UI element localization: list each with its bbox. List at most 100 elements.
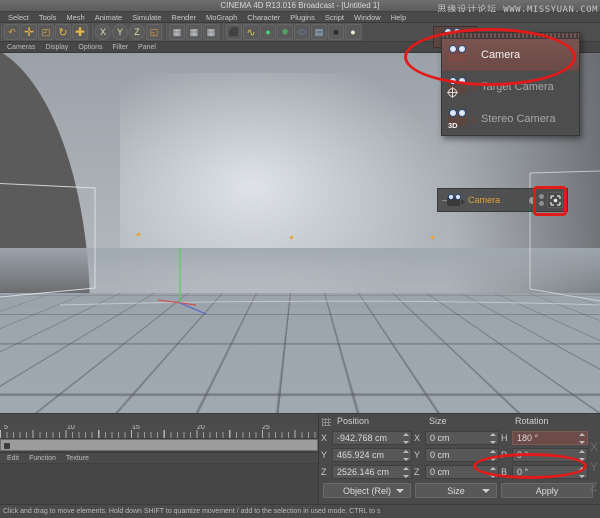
size-y-input[interactable]: 0 cm [425,448,499,462]
panel-drag-handle-icon[interactable] [322,418,331,426]
size-mode-dropdown[interactable]: Size [415,483,497,498]
scene-floor-icon[interactable]: ▤ [311,24,327,40]
material-menu-function[interactable]: Function [24,453,61,464]
light-icon[interactable]: ● [345,24,361,40]
apply-button[interactable]: Apply [501,483,593,498]
axis-z-icon[interactable]: Z [129,24,145,40]
rotation-h-stepper[interactable] [579,433,585,444]
viewmenu-options[interactable]: Options [73,42,107,53]
position-y-input[interactable]: 465.924 cm [332,448,412,462]
position-x-stepper[interactable] [403,433,409,444]
spline-icon[interactable]: ∿ [243,24,259,40]
rotation-p-input[interactable]: 0 ° [512,448,588,462]
position-z-stepper[interactable] [403,467,409,478]
menu-animate[interactable]: Animate [90,12,128,23]
visibility-dot-icon[interactable] [529,197,536,204]
chevron-down-icon [482,489,490,493]
rotation-p-axis-label: P [501,450,512,460]
axis-y-icon[interactable]: Y [112,24,128,40]
menu-simulate[interactable]: Simulate [127,12,166,23]
position-x-axis-label: X [321,433,332,443]
render-region-icon[interactable]: ▦ [186,24,202,40]
viewmenu-cameras[interactable]: Cameras [2,42,40,53]
menu-tools[interactable]: Tools [34,12,62,23]
camera-icon [448,45,474,65]
visibility-dots-icon[interactable] [539,194,544,206]
world-object-axis-icon[interactable]: ◱ [146,24,162,40]
material-manager-panel: Edit Function Texture [0,452,318,504]
menu-item-stereo-camera[interactable]: 3D Stereo Camera [442,103,579,135]
size-mode-label: Size [447,486,465,496]
modeling-icon[interactable]: ✵ [277,24,293,40]
menu-item-camera[interactable]: Camera [442,39,579,71]
object-manager-row[interactable]: Camera [438,189,567,211]
material-manager-body[interactable] [0,464,318,504]
rotation-h-input[interactable]: 180 ° [512,431,588,445]
size-x-stepper[interactable] [490,433,496,444]
rotate-icon[interactable]: ↻ [55,24,71,40]
protection-tag-icon[interactable] [547,192,563,208]
axis-letter-y: Y [590,460,598,480]
rotation-b-stepper[interactable] [579,467,585,478]
position-x-input[interactable]: -942.768 cm [332,431,412,445]
menu-mesh[interactable]: Mesh [61,12,89,23]
size-z-input[interactable]: 0 cm [425,465,499,479]
position-z-input[interactable]: 2526.146 cm [332,465,412,479]
size-z-stepper[interactable] [490,467,496,478]
position-z-field[interactable]: Z 2526.146 cm [321,465,414,479]
menu-character[interactable]: Character [242,12,285,23]
deformer-icon[interactable]: ⬭ [294,24,310,40]
primitive-cube-icon[interactable]: ⬛ [226,24,242,40]
coordinate-mode-dropdown[interactable]: Object (Rel) [323,483,411,498]
rotation-b-field[interactable]: B 0 ° [501,465,590,479]
toolbar-group-axis: X Y Z ◱ [92,23,164,41]
position-x-field[interactable]: X -942.768 cm [321,431,414,445]
undo-icon[interactable]: ↶ [4,24,20,40]
rotation-h-value: 180 ° [517,433,538,443]
scale-icon[interactable]: ◰ [38,24,54,40]
size-y-field[interactable]: Y 0 cm [414,448,501,462]
stereo-3d-badge: 3D [448,121,458,130]
object-manager-panel: Camera [437,188,568,212]
menu-render[interactable]: Render [166,12,201,23]
viewmenu-panel[interactable]: Panel [133,42,161,53]
size-z-field[interactable]: Z 0 cm [414,465,501,479]
rotation-b-input[interactable]: 0 ° [512,465,588,479]
object-name-label: Camera [468,195,500,205]
position-y-stepper[interactable] [403,450,409,461]
render-view-icon[interactable]: ▦ [169,24,185,40]
material-menu-texture[interactable]: Texture [61,453,94,464]
position-z-value: 2526.146 cm [337,467,389,477]
add-icon[interactable]: ✚ [72,24,88,40]
menu-select[interactable]: Select [3,12,34,23]
size-y-stepper[interactable] [490,450,496,461]
move-icon[interactable]: ✛ [21,24,37,40]
nurbs-icon[interactable]: ● [260,24,276,40]
scrub-knob[interactable] [4,443,10,449]
toolbar-group-transform: ↶ ✛ ◰ ↻ ✚ [1,23,90,41]
position-y-field[interactable]: Y 465.924 cm [321,448,414,462]
menu-window[interactable]: Window [349,12,386,23]
material-menu-edit[interactable]: Edit [2,453,24,464]
menu-item-target-camera[interactable]: Target Camera [442,71,579,103]
menu-help[interactable]: Help [386,12,411,23]
menu-script[interactable]: Script [320,12,349,23]
apply-button-label: Apply [536,486,559,496]
viewmenu-filter[interactable]: Filter [107,42,133,53]
menu-plugins[interactable]: Plugins [285,12,320,23]
rotation-p-stepper[interactable] [579,450,585,461]
rotation-p-field[interactable]: P 0 ° [501,448,590,462]
powerslider-scrubbar[interactable] [0,439,318,451]
menu-item-stereo-camera-label: Stereo Camera [481,113,556,125]
camera-toolbar-icon[interactable]: ■ [328,24,344,40]
position-y-axis-label: Y [321,450,332,460]
menu-mograph[interactable]: MoGraph [201,12,242,23]
axis-x-icon[interactable]: X [95,24,111,40]
size-x-field[interactable]: X 0 cm [414,431,501,445]
rotation-h-field[interactable]: H 180 ° [501,431,590,445]
render-settings-icon[interactable]: ▦ [203,24,219,40]
column-title-size: Size [429,416,447,426]
coordinates-footer: Object (Rel) Size Apply [319,480,600,498]
viewmenu-display[interactable]: Display [40,42,73,53]
size-x-input[interactable]: 0 cm [425,431,499,445]
